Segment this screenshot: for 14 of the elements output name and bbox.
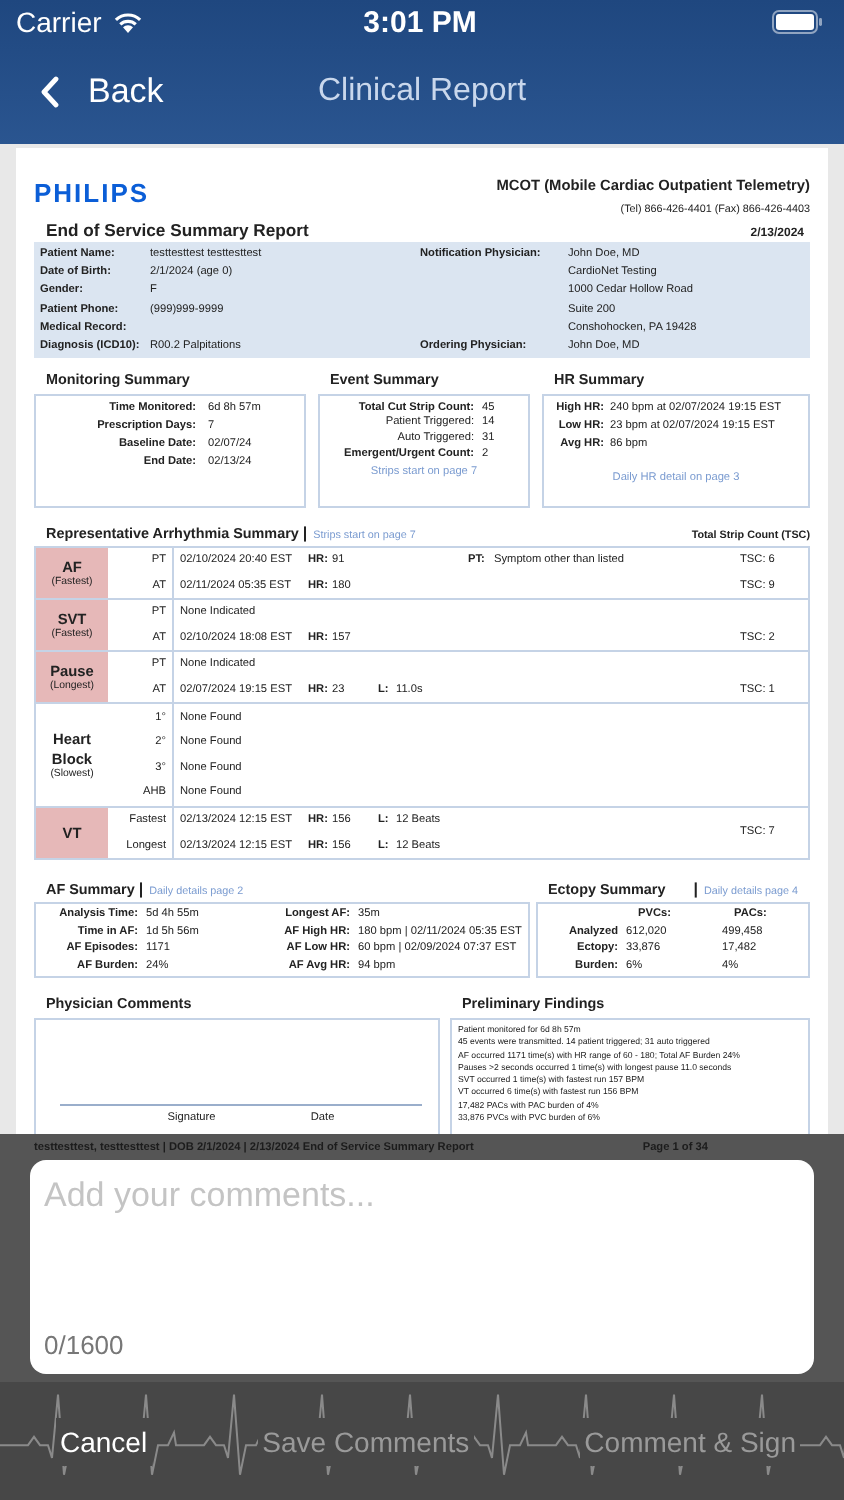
action-button[interactable]: Cancel: [56, 1417, 152, 1465]
brand-logo: PHILIPS: [34, 178, 150, 208]
status-time: 3:01 PM: [363, 5, 477, 39]
battery-icon: [771, 10, 824, 34]
separator-mark: |: [693, 879, 698, 898]
wifi-icon: [111, 10, 144, 34]
character-counter: 0/1600: [44, 1330, 124, 1360]
carrier-name: Carrier: [16, 6, 102, 38]
back-button[interactable]: Back: [40, 72, 164, 112]
chevron-left-icon: [40, 76, 60, 108]
separator-mark: |: [138, 879, 144, 898]
separator-mark: |: [302, 523, 308, 542]
report-title: End of Service Summary Report: [46, 220, 309, 240]
screen-title: Clinical Report: [317, 74, 527, 110]
